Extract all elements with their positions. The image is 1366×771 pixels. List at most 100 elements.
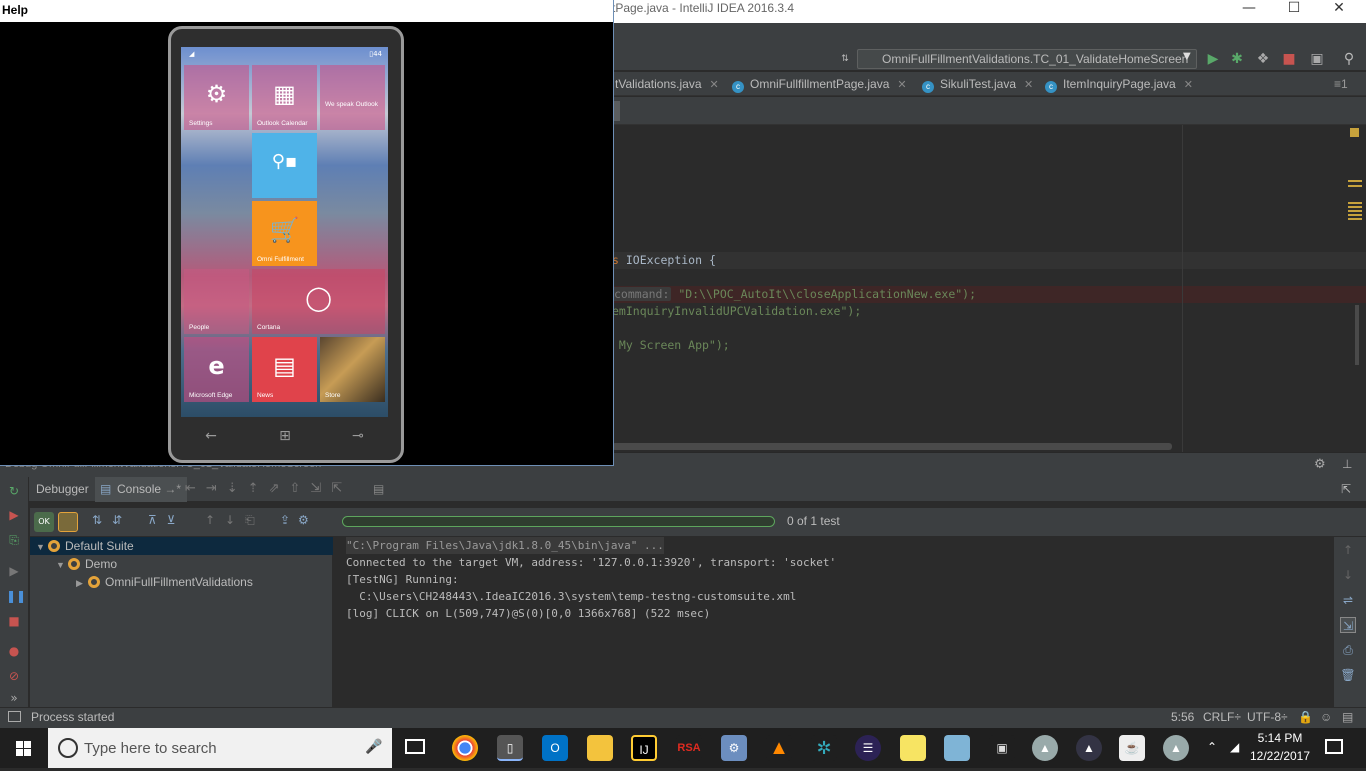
line-separator[interactable]: CRLF÷ <box>1203 710 1241 724</box>
close-icon[interactable]: ✕ <box>1184 79 1193 91</box>
tile-cortana[interactable]: ◯ Cortana <box>252 269 385 334</box>
clear-all-icon[interactable]: 🗑 <box>1340 667 1356 683</box>
lock-icon[interactable]: 🔒 <box>1298 710 1313 724</box>
scroll-marker[interactable] <box>1348 206 1362 208</box>
vlc-icon[interactable]: ▲ <box>766 735 792 761</box>
restore-layout-icon[interactable]: ⇱ <box>1341 482 1351 496</box>
scroll-marker[interactable] <box>1348 218 1362 220</box>
phone-screen[interactable]: ⚙ Settings ▦ Outlook Calendar We speak Out… <box>181 47 388 417</box>
intellij-icon[interactable]: IJ <box>631 735 657 761</box>
hide-panel-icon[interactable]: ⊥ <box>1342 457 1352 471</box>
print-icon[interactable]: ⎙ <box>1340 642 1356 658</box>
snipping-icon[interactable] <box>944 735 970 761</box>
tree-node-class[interactable]: ▶ OmniFullFillmentValidations <box>76 573 253 591</box>
stop-icon[interactable]: ■ <box>1280 50 1298 68</box>
rerun-icon[interactable]: ↻ <box>6 483 22 499</box>
close-icon[interactable]: ✕ <box>1024 79 1033 91</box>
sort-icons[interactable]: ⇅⇵ <box>92 513 132 527</box>
close-icon[interactable]: ✕ <box>897 79 906 91</box>
scroll-marker[interactable] <box>1348 185 1362 187</box>
expand-arrow-icon[interactable]: ▶ <box>76 574 88 592</box>
tabs-overflow-button[interactable]: ≡1 <box>1334 72 1348 96</box>
tree-node-suite[interactable]: ▼ Default Suite <box>36 537 134 555</box>
java-icon[interactable]: ☕ <box>1119 735 1145 761</box>
debug-icon[interactable]: ✱ <box>1228 50 1246 68</box>
close-window-icon[interactable]: ✕ <box>1316 0 1362 20</box>
phone-back-button[interactable]: ← <box>196 428 226 444</box>
autoit-icon[interactable]: ▲ <box>1032 735 1058 761</box>
tab-sikuli-test[interactable]: c SikuliTest.java ✕ <box>922 72 1033 96</box>
file-encoding[interactable]: UTF-8÷ <box>1247 710 1288 724</box>
inspection-status-icon[interactable] <box>1350 128 1359 137</box>
chrome-icon[interactable] <box>452 735 478 761</box>
clock-date[interactable]: 12/22/2017 <box>1248 749 1312 763</box>
phone-emulator-icon[interactable]: ▯ <box>497 735 523 761</box>
tab-omni-page[interactable]: c OmniFullfillmentPage.java ✕ <box>732 72 907 96</box>
navigate-icons[interactable]: ↑↓⎗ <box>205 513 265 528</box>
show-ignored-icon[interactable] <box>58 512 78 532</box>
horizontal-scrollbar[interactable] <box>612 443 1172 450</box>
tab-validations[interactable]: tValidations.java ✕ <box>615 72 719 96</box>
run-icon[interactable]: ▶ <box>1204 50 1222 68</box>
phone-home-button[interactable]: ⊞ <box>270 428 300 444</box>
file-explorer-icon[interactable] <box>587 735 613 761</box>
tile-omni-fulfillment[interactable]: 🛒 Omni Fulfillment <box>252 201 317 266</box>
show-passed-icon[interactable]: OK <box>34 512 54 532</box>
run-config-select[interactable]: OmniFullFillmentValidations.TC_01_Valida… <box>857 49 1197 69</box>
tile-settings[interactable]: ⚙ Settings <box>184 65 249 130</box>
view-breakpoints-icon[interactable]: ⎘ <box>6 532 22 548</box>
export-settings-icons[interactable]: ⇪⚙ <box>280 513 317 527</box>
mute-breakpoints-icon[interactable]: ⊘ <box>6 668 22 684</box>
sticky-notes-icon[interactable] <box>900 735 926 761</box>
menu-help[interactable]: Help <box>2 3 28 17</box>
autoit-2-icon[interactable]: ▲ <box>1076 735 1102 761</box>
action-center-icon[interactable] <box>1325 739 1343 754</box>
scroll-marker[interactable] <box>1348 202 1362 204</box>
rsa-icon[interactable]: RSA <box>676 735 702 761</box>
search-everywhere-icon[interactable]: ⚲ <box>1340 50 1358 68</box>
tile-search[interactable]: ⚲▪ <box>252 133 317 198</box>
tile-people[interactable]: People <box>184 269 249 334</box>
down-stack-icon[interactable]: ↓ <box>1340 567 1356 583</box>
more-icon[interactable]: » <box>6 690 22 706</box>
up-stack-icon[interactable]: ↑ <box>1340 542 1356 558</box>
network-tool-icon[interactable]: ⚙ <box>721 735 747 761</box>
wifi-icon[interactable]: ◢ <box>1230 740 1239 754</box>
tab-console[interactable]: ▤ Console →* <box>95 477 188 502</box>
tile-store[interactable]: Store <box>320 337 385 402</box>
minimize-icon[interactable]: — <box>1226 0 1272 20</box>
hector-icon[interactable]: ☺ <box>1320 710 1332 724</box>
tool-windows-icon[interactable] <box>8 711 21 722</box>
coverage-icon[interactable]: ❖ <box>1254 50 1272 68</box>
frames-icon[interactable]: ▤ <box>373 482 384 496</box>
clock-time[interactable]: 5:14 PM <box>1250 731 1310 745</box>
close-icon[interactable]: ✕ <box>710 79 719 91</box>
maximize-icon[interactable]: ☐ <box>1271 0 1317 20</box>
scroll-marker[interactable] <box>1348 180 1362 182</box>
stop-debug-icon[interactable]: ■ <box>6 613 22 629</box>
expand-collapse-icons[interactable]: ⊼⊻ <box>148 513 186 527</box>
tile-outlook-calendar[interactable]: ▦ Outlook Calendar <box>252 65 317 130</box>
start-button[interactable] <box>0 728 48 768</box>
tile-microsoft-edge[interactable]: e Microsoft Edge <box>184 337 249 402</box>
tab-debugger[interactable]: Debugger <box>36 477 89 502</box>
debugger-step-icons[interactable]: ⇤⇥⇣⇡⇗⇧⇲⇱ <box>185 481 352 496</box>
scroll-marker[interactable] <box>1348 210 1362 212</box>
scroll-marker[interactable] <box>1348 214 1362 216</box>
tree-node-demo[interactable]: ▼ Demo <box>56 555 117 573</box>
settings-gear-icon[interactable]: ⚙ <box>1314 457 1326 472</box>
soft-wrap-icon[interactable]: ⇌ <box>1340 592 1356 608</box>
task-view-icon[interactable] <box>405 739 425 754</box>
vertical-scrollbar[interactable] <box>1355 305 1359 365</box>
breakpoints-icon[interactable]: ● <box>6 643 22 659</box>
tile-news[interactable]: ▤ News <box>252 337 317 402</box>
resume-icon[interactable]: ▶ <box>6 507 22 523</box>
step-over-icon[interactable]: ▶ <box>6 563 22 579</box>
pinwheel-icon[interactable]: ✲ <box>811 735 837 761</box>
project-structure-icon[interactable]: ▣ <box>1308 50 1326 68</box>
tile-we-speak-outlook[interactable]: We speak Outlook <box>320 65 385 130</box>
microphone-icon[interactable]: 🎤 <box>365 739 382 755</box>
expand-arrow-icon[interactable]: ▼ <box>56 556 68 574</box>
scroll-to-end-icon[interactable]: ⇲ <box>1340 617 1356 633</box>
expand-arrow-icon[interactable]: ▼ <box>36 538 48 556</box>
